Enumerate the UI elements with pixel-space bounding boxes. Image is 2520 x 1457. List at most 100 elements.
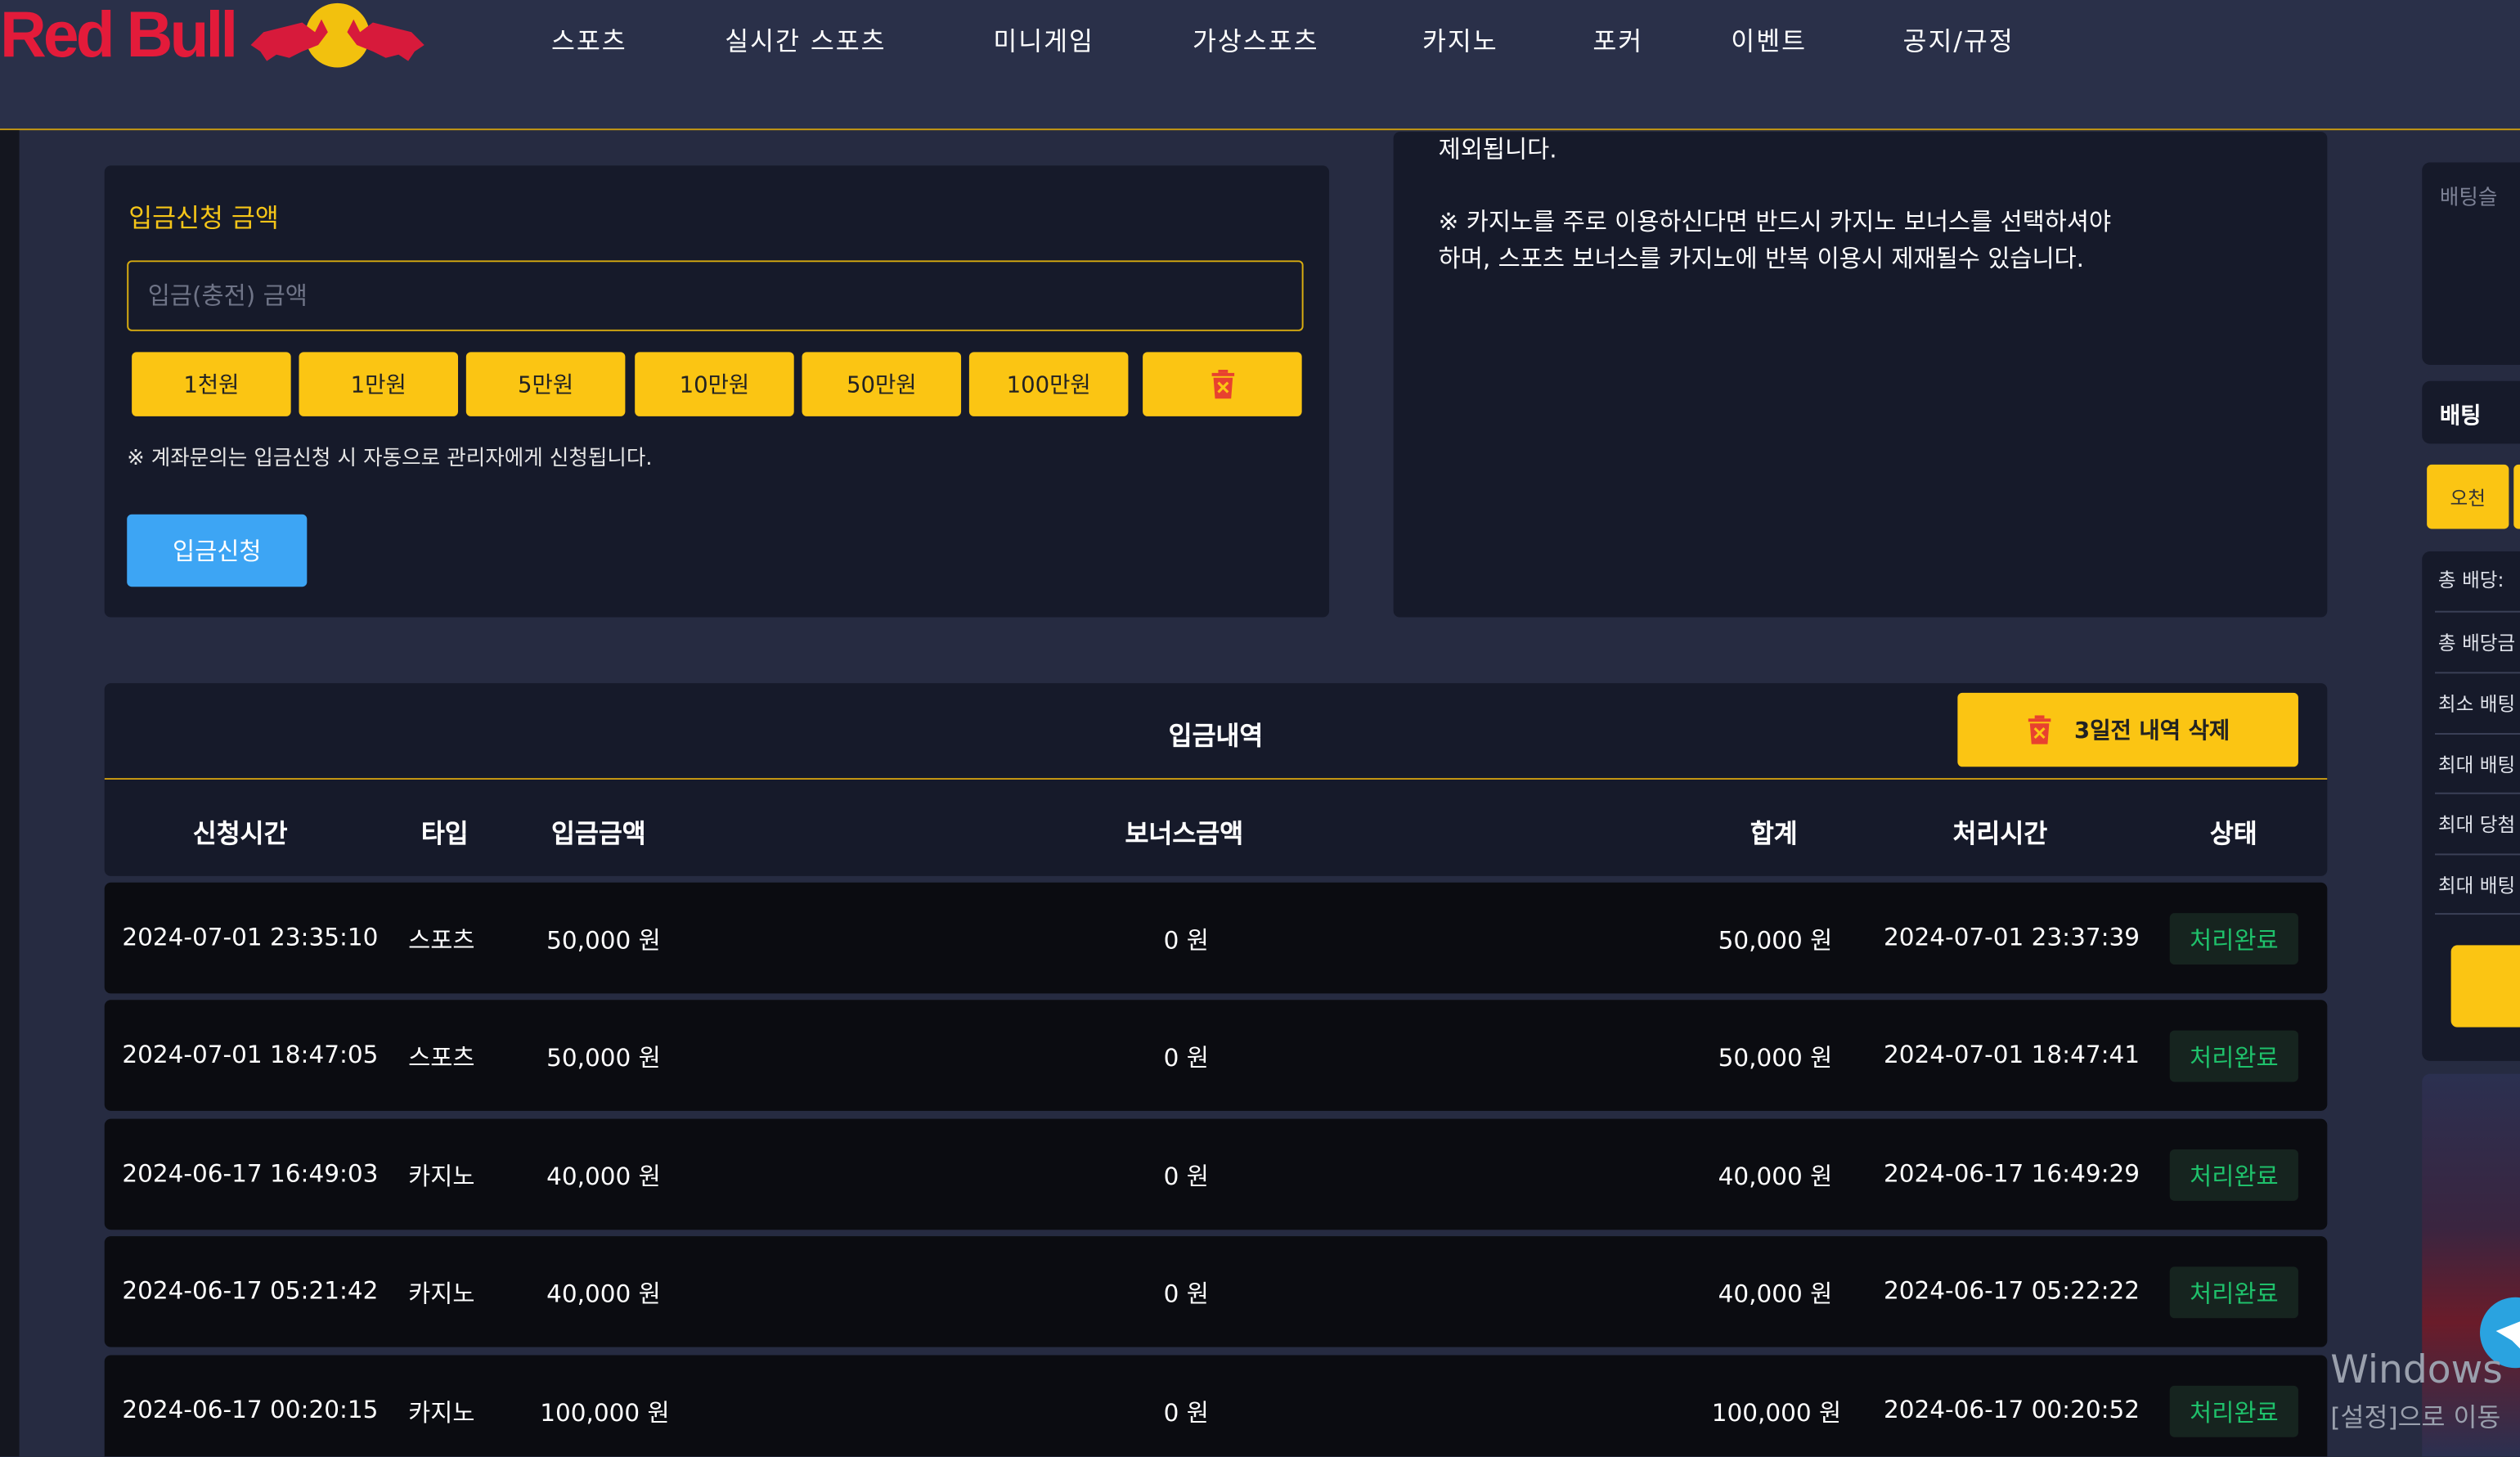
nav-live-sports[interactable]: 실시간 스포츠 [725,20,886,58]
windows-activation-hint: [설정]으로 이동 [2330,1401,2501,1432]
cell-request-time: 2024-06-17 00:20:15 [122,1395,379,1424]
col-bonus-amount: 보너스금액 [1125,818,1244,849]
table-row: 2024-07-01 18:47:05 스포츠 50,000 원 0 원 50,… [104,1000,2328,1111]
trash-icon [1211,369,1234,399]
clear-amount-button[interactable] [1143,352,1302,416]
nav-notices[interactable]: 공지/규정 [1903,20,2015,58]
cell-request-time: 2024-06-17 16:49:03 [122,1158,379,1189]
nav-casino[interactable]: 카지노 [1422,20,1498,58]
place-bet-button[interactable] [2450,945,2520,1028]
trash-icon [2028,715,2051,744]
cell-total: 40,000 원 [1718,1279,1833,1309]
cell-request-time: 2024-07-01 18:47:05 [122,1040,379,1069]
amount-100k-button[interactable]: 10만원 [635,352,794,416]
status-badge: 처리완료 [2169,1149,2298,1201]
divider [2434,913,2520,915]
amount-1k-button[interactable]: 1천원 [132,352,291,416]
col-status: 상태 [2209,818,2257,849]
deposit-amount-title: 입금신청 금액 [128,202,279,233]
nav-sports[interactable]: 스포츠 [551,20,627,58]
quick-bet-5000-button[interactable]: 오천 [2427,464,2509,529]
windows-activation-title: Windows [2330,1347,2503,1392]
left-edge-strip [0,130,20,1457]
cell-total: 40,000 원 [1718,1162,1833,1192]
status-badge: 처리완료 [2169,1030,2298,1082]
bonus-info-panel: 제외됩니다. ※ 카지노를 주로 이용하신다면 반드시 카지노 보너스를 선택하… [1393,132,2328,618]
cell-bonus: 0 원 [1163,1043,1209,1073]
cell-bonus: 0 원 [1163,1279,1209,1309]
bet-slip-label: 배팅슬 [2439,186,2498,211]
col-deposit-amount: 입금금액 [550,818,646,849]
table-row: 2024-06-17 00:20:15 카지노 100,000 원 0 원 10… [104,1355,2328,1457]
history-column-headers: 신청시간 타입 입금금액 보너스금액 합계 처리시간 상태 [104,780,2328,876]
cell-amount: 100,000 원 [540,1398,670,1428]
cell-type: 카지노 [408,1279,475,1309]
deposit-amount-input[interactable] [127,260,1304,331]
table-row: 2024-06-17 05:21:42 카지노 40,000 원 0 원 40,… [104,1236,2328,1347]
cell-processed-time: 2024-06-17 00:20:52 [1883,1395,2140,1424]
cell-processed-time: 2024-06-17 05:22:22 [1883,1276,2140,1306]
bet-slip-box: 배팅슬 [2422,162,2520,366]
nav-virtual-sports[interactable]: 가상스포츠 [1193,20,1318,58]
cell-type: 스포츠 [408,1043,475,1073]
col-request-time: 신청시간 [192,818,288,849]
status-badge: 처리완료 [2169,913,2298,965]
table-row: 2024-06-17 16:49:03 카지노 40,000 원 0 원 40,… [104,1118,2328,1230]
amount-50k-button[interactable]: 5만원 [465,352,626,416]
info-line-2: ※ 카지노를 주로 이용하신다면 반드시 카지노 보너스를 선택하셔야 [1438,207,2112,236]
bet-header-box: 배팅 [2422,380,2520,444]
brand-logo[interactable]: Red Bull [0,0,428,70]
cell-amount: 50,000 원 [546,1043,661,1073]
logo-text: Red Bull [0,0,238,71]
cell-type: 카지노 [408,1398,475,1428]
nav-minigame[interactable]: 미니게임 [993,20,1094,58]
total-payout-label: 총 배당금 [2437,632,2516,654]
status-badge: 처리완료 [2169,1266,2298,1319]
deposit-submit-button[interactable]: 입금신청 [127,514,308,587]
cell-total: 50,000 원 [1718,925,1833,956]
deposit-history-header: 입금내역 3일전 내역 삭제 [104,683,2328,780]
divider [2434,792,2520,794]
deposit-request-panel: 입금신청 금액 1천원 1만원 5만원 10만원 50만원 100만원 ※ 계좌… [104,165,1330,618]
amount-1m-button[interactable]: 100만원 [968,352,1129,416]
amount-10k-button[interactable]: 1만원 [299,352,459,416]
delete-old-history-label: 3일전 내역 삭제 [2074,718,2230,744]
divider [2434,733,2520,735]
cell-amount: 40,000 원 [546,1279,661,1309]
bet-header-label: 배팅 [2439,403,2482,429]
cell-request-time: 2024-07-01 23:35:10 [122,922,379,952]
delete-old-history-button[interactable]: 3일전 내역 삭제 [1957,692,2298,767]
max-bet-label: 최대 배팅 [2437,753,2516,777]
col-processed-time: 처리시간 [1952,818,2048,849]
cell-type: 카지노 [408,1162,475,1192]
min-bet-label: 최소 배팅 [2437,692,2516,716]
cell-processed-time: 2024-07-01 23:37:39 [1883,922,2140,952]
cell-bonus: 0 원 [1163,1398,1209,1428]
max-win-label: 최대 당첨 [2437,813,2516,836]
divider [2434,610,2520,613]
cell-bonus: 0 원 [1163,925,1209,956]
cell-amount: 40,000 원 [546,1162,661,1192]
col-type: 타입 [420,818,469,849]
total-odds-label: 총 배당: [2437,569,2504,592]
top-header: Red Bull 스포츠 실시간 스포츠 미니게임 가상스포츠 카지노 포커 이… [0,0,2520,131]
cell-request-time: 2024-06-17 05:21:42 [122,1276,379,1306]
cell-amount: 50,000 원 [546,925,661,956]
account-inquiry-notice: ※ 계좌문의는 입금신청 시 자동으로 관리자에게 신청됩니다. [127,447,653,471]
status-badge: 처리완료 [2169,1385,2298,1437]
info-line-1: 제외됩니다. [1438,135,1557,164]
cell-bonus: 0 원 [1163,1162,1209,1192]
bulls-logo-icon [251,2,425,68]
cell-processed-time: 2024-07-01 18:47:41 [1883,1040,2140,1069]
amount-500k-button[interactable]: 50만원 [802,352,962,416]
cell-type: 스포츠 [408,925,475,956]
quick-bet-button-edge[interactable] [2513,464,2520,529]
nav-events[interactable]: 이벤트 [1731,20,1807,58]
col-total: 합계 [1750,818,1798,849]
table-row: 2024-07-01 23:35:10 스포츠 50,000 원 0 원 50,… [104,882,2328,994]
cell-processed-time: 2024-06-17 16:49:29 [1883,1158,2140,1189]
nav-poker[interactable]: 포커 [1592,20,1643,58]
divider [2434,853,2520,856]
info-line-3: 하며, 스포츠 보너스를 카지노에 반복 이용시 제재될수 있습니다. [1438,244,2085,274]
cell-total: 50,000 원 [1718,1043,1833,1073]
